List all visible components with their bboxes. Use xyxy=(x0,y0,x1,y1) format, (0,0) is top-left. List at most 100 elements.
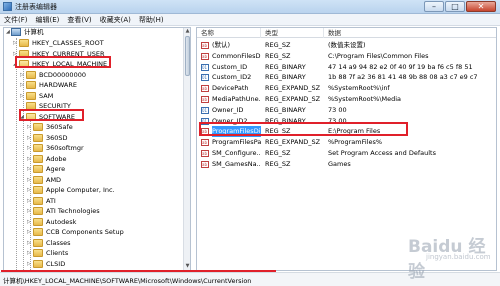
list-row[interactable]: ProgramFilesPa... REG_EXPAND_SZ %ProgramFi… xyxy=(197,137,496,148)
value-type: REG_SZ xyxy=(265,51,291,60)
menu-view[interactable]: 查看(V) xyxy=(63,14,95,25)
expand-icon[interactable]: ▷ xyxy=(27,251,32,256)
tree-item-label: Autodesk xyxy=(46,217,77,226)
expand-icon[interactable]: ▷ xyxy=(27,125,32,130)
maximize-button[interactable]: □ xyxy=(445,1,465,12)
close-icon: ✕ xyxy=(477,2,485,11)
tree-scroll-thumb[interactable] xyxy=(185,36,190,76)
folder-icon xyxy=(33,238,43,247)
tree-item-label: 计算机 xyxy=(24,28,44,36)
value-type: REG_SZ xyxy=(265,41,291,49)
tree-item-label: HKEY_CLASSES_ROOT xyxy=(32,39,104,47)
folder-icon xyxy=(33,133,43,142)
highlight-box-hklm xyxy=(15,56,111,68)
column-header-type[interactable]: 类型 xyxy=(261,28,324,38)
expand-icon[interactable]: ▷ xyxy=(27,240,32,246)
value-type: REG_SZ xyxy=(265,159,291,168)
tree-guide-line xyxy=(16,38,17,270)
binary-value-icon xyxy=(201,72,209,83)
tree-item-label: Classes xyxy=(46,238,71,247)
expand-icon[interactable]: ▷ xyxy=(27,177,32,183)
expand-icon[interactable]: ▷ xyxy=(27,198,32,204)
folder-icon xyxy=(33,217,43,226)
window-title: 注册表编辑器 xyxy=(15,3,57,11)
value-type: REG_BINARY xyxy=(265,62,306,71)
folder-icon xyxy=(33,144,43,152)
title-bar: 注册表编辑器 – □ ✕ xyxy=(0,0,500,14)
expand-icon[interactable]: ▷ xyxy=(27,167,32,172)
folder-icon xyxy=(33,196,43,205)
column-header-data[interactable]: 数据 xyxy=(324,28,496,38)
value-name: ProgramFilesPa... xyxy=(212,138,261,147)
value-data: Games xyxy=(328,159,351,168)
scroll-up-icon[interactable]: ▲ xyxy=(184,28,190,35)
value-type: REG_EXPAND_SZ xyxy=(265,95,321,103)
list-row[interactable]: SM_GamesNa... REG_SZ Games xyxy=(197,159,496,170)
folder-icon xyxy=(33,175,43,184)
list-row[interactable]: CommonFilesDir REG_SZ C:\Program Files\Com… xyxy=(197,51,496,62)
value-type: REG_EXPAND_SZ xyxy=(265,84,321,93)
folder-icon xyxy=(33,228,43,236)
folder-icon xyxy=(33,207,43,215)
menu-edit[interactable]: 编辑(E) xyxy=(32,14,64,25)
expand-icon[interactable]: ▷ xyxy=(20,83,25,88)
string-value-icon xyxy=(201,83,209,94)
list-row[interactable]: Owner_ID REG_BINARY 73 00 xyxy=(197,105,496,116)
scroll-down-icon[interactable]: ▼ xyxy=(184,263,190,270)
registry-editor-window: 注册表编辑器 – □ ✕ 文件(F) 编辑(E) 查看(V) 收藏夹(A) 帮助… xyxy=(0,0,500,286)
value-name: CommonFilesDir xyxy=(212,51,261,60)
value-data: 47 14 a9 94 82 e2 0f 40 9f 19 ba f6 c5 f… xyxy=(328,62,473,71)
menu-favorites[interactable]: 收藏夹(A) xyxy=(96,14,135,25)
expand-icon[interactable]: ▷ xyxy=(27,261,32,267)
expand-icon[interactable]: ▷ xyxy=(27,188,32,193)
expand-icon[interactable]: ▷ xyxy=(27,209,32,214)
registry-app-icon xyxy=(3,2,12,11)
registry-values-pane[interactable]: 名称 类型 数据 (默认) REG_SZ (数值未设置) CommonFilesDir… xyxy=(196,27,497,271)
list-row[interactable]: SM_Configure... REG_SZ Set Program Access … xyxy=(197,148,496,159)
list-row[interactable]: Custom_ID REG_BINARY 47 14 a9 94 82 e2 0f … xyxy=(197,62,496,73)
tree-item-label: 360SD xyxy=(46,133,68,142)
expand-icon[interactable]: ▷ xyxy=(27,146,32,151)
folder-icon xyxy=(33,165,43,173)
list-row[interactable]: DevicePath REG_EXPAND_SZ %SystemRoot%\inf xyxy=(197,83,496,94)
highlight-box-programfilesdir xyxy=(199,122,408,136)
folder-icon xyxy=(33,186,43,194)
expand-icon[interactable]: ▷ xyxy=(13,41,18,46)
binary-value-icon xyxy=(201,105,209,116)
list-row[interactable]: Custom_ID2 REG_BINARY 1b 88 7f a2 36 81 41… xyxy=(197,72,496,83)
expand-icon[interactable]: ▷ xyxy=(27,135,32,141)
menu-help[interactable]: 帮助(H) xyxy=(135,14,168,25)
value-name: Owner_ID xyxy=(212,105,244,114)
folder-icon xyxy=(33,123,43,131)
string-value-icon xyxy=(201,40,209,51)
value-name: SM_GamesNa... xyxy=(212,159,261,168)
minimize-button[interactable]: – xyxy=(424,1,444,12)
string-value-icon xyxy=(201,94,209,105)
window-controls: – □ ✕ xyxy=(423,1,496,13)
list-row[interactable]: MediaPathUne... REG_EXPAND_SZ %SystemRoot%… xyxy=(197,94,496,105)
menu-file[interactable]: 文件(F) xyxy=(0,14,32,25)
value-name: Custom_ID2 xyxy=(212,73,252,82)
value-data: (数值未设置) xyxy=(328,41,366,49)
tree-guide-line xyxy=(30,120,31,270)
expand-icon[interactable]: ▷ xyxy=(20,93,25,99)
expand-icon[interactable]: ▷ xyxy=(27,156,32,162)
tree-item-label: 360Safe xyxy=(46,123,73,131)
tree-scrollbar[interactable]: ▲ ▼ xyxy=(183,28,190,270)
status-path: 计算机\HKEY_LOCAL_MACHINE\SOFTWARE\Microsof… xyxy=(3,277,252,285)
value-data: C:\Program Files\Common Files xyxy=(328,51,429,60)
tree-item-label: Agere xyxy=(46,165,66,173)
expand-icon[interactable]: ▷ xyxy=(20,72,25,78)
tree-item-label: HARDWARE xyxy=(39,81,77,89)
tree-item-label: BCD00000000 xyxy=(39,70,86,79)
string-value-icon xyxy=(201,148,209,159)
value-type: REG_BINARY xyxy=(265,105,306,114)
column-header-name[interactable]: 名称 xyxy=(197,28,261,38)
close-button[interactable]: ✕ xyxy=(466,1,496,12)
list-row[interactable]: (默认) REG_SZ (数值未设置) xyxy=(197,40,496,51)
value-name: Custom_ID xyxy=(212,62,248,71)
expand-icon[interactable]: ▷ xyxy=(27,230,32,235)
expand-icon[interactable]: ▷ xyxy=(27,219,32,225)
value-type: REG_SZ xyxy=(265,149,291,157)
value-type: REG_EXPAND_SZ xyxy=(265,138,321,147)
